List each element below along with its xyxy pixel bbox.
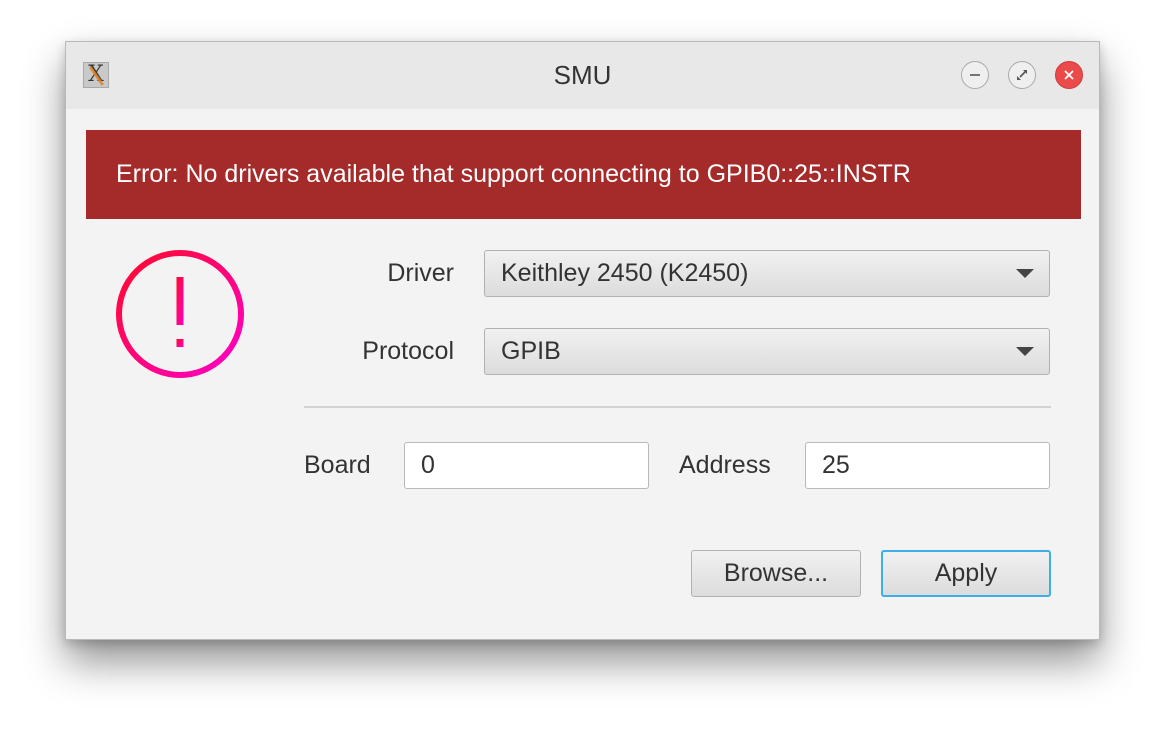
- driver-select[interactable]: Keithley 2450 (K2450): [484, 250, 1050, 297]
- protocol-label: Protocol: [362, 337, 454, 365]
- apply-button[interactable]: Apply: [881, 550, 1051, 597]
- chevron-down-icon: [1016, 269, 1034, 278]
- board-label: Board: [304, 451, 371, 479]
- minimize-icon: [970, 74, 980, 76]
- driver-label: Driver: [387, 259, 454, 287]
- close-icon: [1064, 70, 1074, 80]
- address-input[interactable]: 25: [805, 442, 1050, 489]
- driver-select-value: Keithley 2450 (K2450): [501, 259, 749, 287]
- protocol-select[interactable]: GPIB: [484, 328, 1050, 375]
- maximize-icon: [1017, 70, 1027, 80]
- browse-button[interactable]: Browse...: [691, 550, 861, 597]
- protocol-select-value: GPIB: [501, 337, 561, 365]
- address-label: Address: [679, 451, 771, 479]
- chevron-down-icon: [1016, 347, 1034, 356]
- minimize-button[interactable]: [961, 61, 989, 89]
- x11-app-icon[interactable]: X: [83, 62, 109, 88]
- separator: [304, 406, 1051, 408]
- warning-exclamation-icon: [116, 250, 244, 378]
- close-button[interactable]: [1055, 61, 1083, 89]
- title-bar[interactable]: SMU X: [66, 42, 1099, 109]
- board-input[interactable]: 0: [404, 442, 649, 489]
- error-banner: Error: No drivers available that support…: [86, 130, 1081, 219]
- maximize-button[interactable]: [1008, 61, 1036, 89]
- window-title: SMU: [553, 60, 612, 90]
- smu-dialog-window: SMU X Error: No drivers available that s…: [65, 41, 1100, 640]
